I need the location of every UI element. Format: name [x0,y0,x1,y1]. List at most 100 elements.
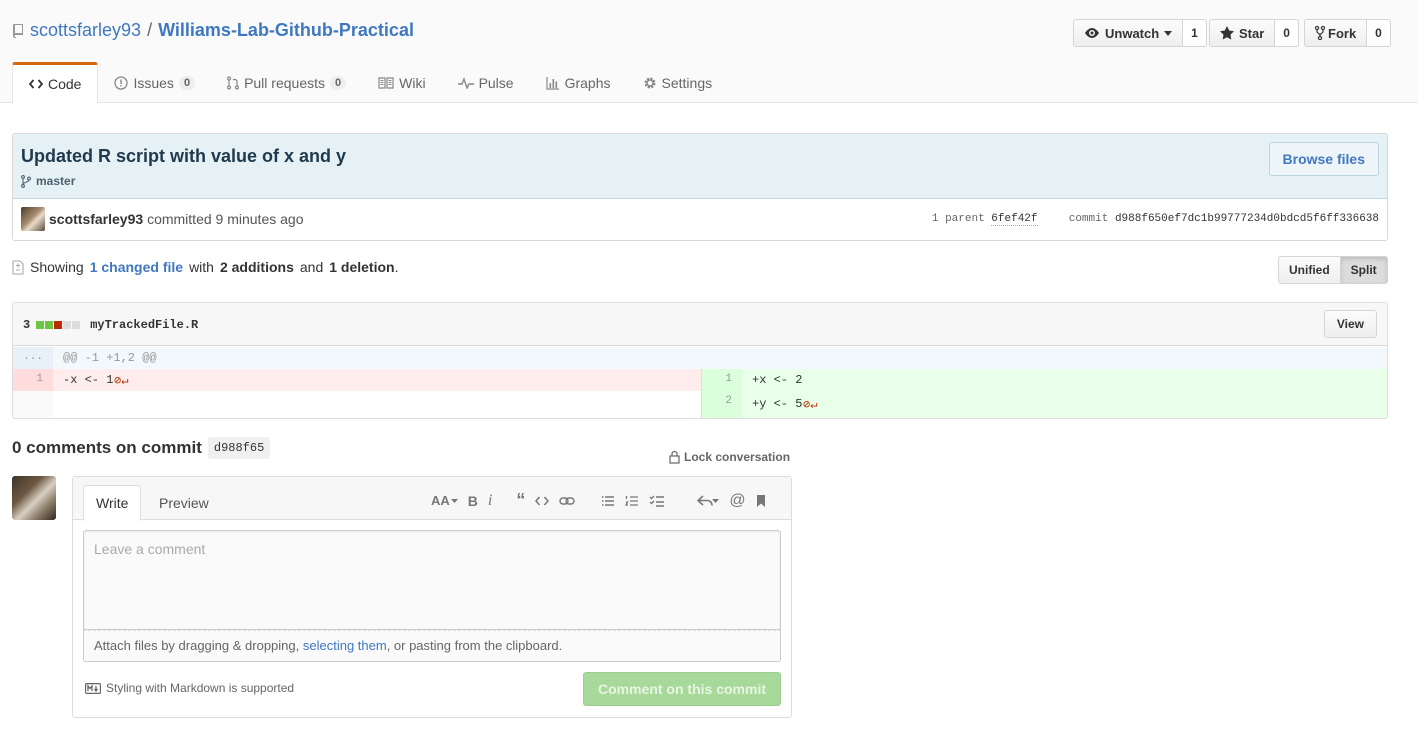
browse-files-button[interactable]: Browse files [1268,142,1379,176]
select-files-link[interactable]: selecting them [303,638,387,653]
comment-form-header: Write Preview AA B i “ @ [73,477,791,521]
italic-icon[interactable]: i [488,492,492,510]
changed-files-link[interactable]: 1 changed file [90,259,183,275]
additions-count: 2 additions [219,259,294,275]
unordered-list-icon[interactable] [601,495,615,507]
parent-label: 1 parent [931,213,985,225]
deleted-code: -x <- 1 [63,373,114,387]
quote-icon[interactable]: “ [516,490,525,511]
markdown-link[interactable]: Styling with Markdown is supported [106,681,294,695]
hunk-range: @@ -1 +1,2 @@ [63,351,157,365]
comment-form: Write Preview AA B i “ @ Leave a comment… [72,476,792,718]
right-line-number[interactable]: 1 [702,369,742,391]
tab-code-label: Code [48,76,82,92]
tab-pulse[interactable]: Pulse [442,62,530,103]
lock-label: Lock conversation [684,450,791,464]
repo-name-link[interactable]: Williams-Lab-Github-Practical [158,20,414,41]
left-line-number[interactable]: 1 [13,369,53,391]
file-diff-icon [12,259,24,275]
parent-sha-link[interactable]: 6fef42f [991,213,1038,226]
split-button[interactable]: Split [1340,256,1388,284]
added-line: 2 +y <- 5 ⊘↵ [701,391,1387,418]
preview-tab[interactable]: Preview [147,485,221,521]
commit-sha: d988f650ef7dc1b99777234d0bdcd5f6ff336638 [1114,213,1379,225]
hunk-header: ... @@ -1 +1,2 @@ [13,347,1387,369]
pull-request-icon [227,75,240,90]
tab-issues[interactable]: Issues 0 [98,62,211,103]
no-newline-icon: ⊘↵ [114,374,129,388]
commit-sha-info: 1 parent 6fef42f commit d988f650ef7dc1b9… [931,213,1379,226]
ordered-list-icon[interactable] [625,495,639,507]
current-user-avatar[interactable] [12,476,56,520]
fork-button[interactable]: Fork [1304,19,1368,47]
unified-button[interactable]: Unified [1278,256,1341,284]
pulse-icon [457,76,474,89]
commit-action: committed [147,211,212,227]
added-code: +x <- 2 [752,373,803,387]
watchers-count[interactable]: 1 [1183,19,1207,47]
period-text: . [394,259,399,275]
file-name[interactable]: myTrackedFile.R [90,318,198,332]
code-icon[interactable] [535,496,550,506]
author-link[interactable]: scottsfarley93 [49,211,143,227]
star-group: Star 0 [1209,19,1299,47]
view-file-button[interactable]: View [1323,310,1377,338]
showing-text: Showing [30,259,84,275]
tab-graphs-label: Graphs [564,74,611,91]
graph-icon [545,76,560,90]
comments-heading: 0 comments on commit d988f65 [12,437,271,459]
issues-counter: 0 [178,75,196,90]
gear-icon [643,76,657,90]
attach-files-area[interactable]: Attach files by dragging & dropping, sel… [83,630,781,662]
diffstat-blocks [36,321,81,329]
commit-box: Updated R script with value of x and y m… [12,133,1388,241]
comment-submit-button[interactable]: Comment on this commit [583,672,781,706]
task-list-icon[interactable] [649,495,665,507]
tab-issues-label: Issues [133,74,174,91]
mention-icon[interactable]: @ [729,492,745,510]
diffstat: 3 myTrackedFile.R [23,318,198,332]
added-code: +y <- 5 [752,397,803,411]
commit-meta: scottsfarley93 committed 9 minutes ago 1… [13,199,1387,240]
commit-branch[interactable]: master [21,174,75,188]
repo-separator: / [147,20,153,40]
tab-pull-requests[interactable]: Pull requests 0 [211,62,362,103]
tab-wiki[interactable]: Wiki [362,62,441,103]
markdown-note: Styling with Markdown is supported [85,681,294,695]
commit-label: commit [1068,213,1109,225]
tab-settings-label: Settings [661,74,713,91]
tab-code[interactable]: Code [12,62,99,104]
bookmark-icon[interactable] [756,494,766,508]
tab-settings[interactable]: Settings [627,62,729,103]
and-text: and [299,259,324,275]
branch-icon [21,174,31,188]
link-icon[interactable] [559,496,576,506]
lock-conversation-button[interactable]: Lock conversation [669,450,790,464]
code-icon [29,78,43,90]
star-label: Star [1239,25,1265,41]
right-line-number[interactable]: 2 [702,391,742,418]
hunk-dots[interactable]: ... [13,347,53,369]
unwatch-button[interactable]: Unwatch [1073,19,1184,47]
bold-icon[interactable]: B [468,493,478,509]
write-tab[interactable]: Write [83,485,142,521]
comment-textarea[interactable]: Leave a comment [83,530,781,630]
author-avatar[interactable] [21,207,45,231]
tab-graphs[interactable]: Graphs [530,62,627,103]
stars-count[interactable]: 0 [1275,19,1299,47]
tab-wiki-label: Wiki [399,74,426,91]
file-diff: 3 myTrackedFile.R View ... @@ -1 +1,2 @@… [12,302,1388,419]
comments-count-text: 0 comments on commit [12,438,202,457]
star-button[interactable]: Star [1209,19,1276,47]
commit-title: Updated R script with value of x and y [21,146,347,166]
diff-view-toggle: Unified Split [1278,256,1388,284]
forks-count[interactable]: 0 [1367,19,1391,47]
commit-author-line: scottsfarley93 committed 9 minutes ago [49,211,303,227]
commit-time: 9 minutes ago [215,211,304,227]
text-size-icon[interactable]: AA [431,493,458,508]
repo-owner-link[interactable]: scottsfarley93 [30,20,141,41]
fork-icon [1315,26,1325,40]
reply-icon[interactable] [697,494,720,507]
attach-text-after: , or pasting from the clipboard. [386,638,563,653]
lock-icon [669,450,680,464]
